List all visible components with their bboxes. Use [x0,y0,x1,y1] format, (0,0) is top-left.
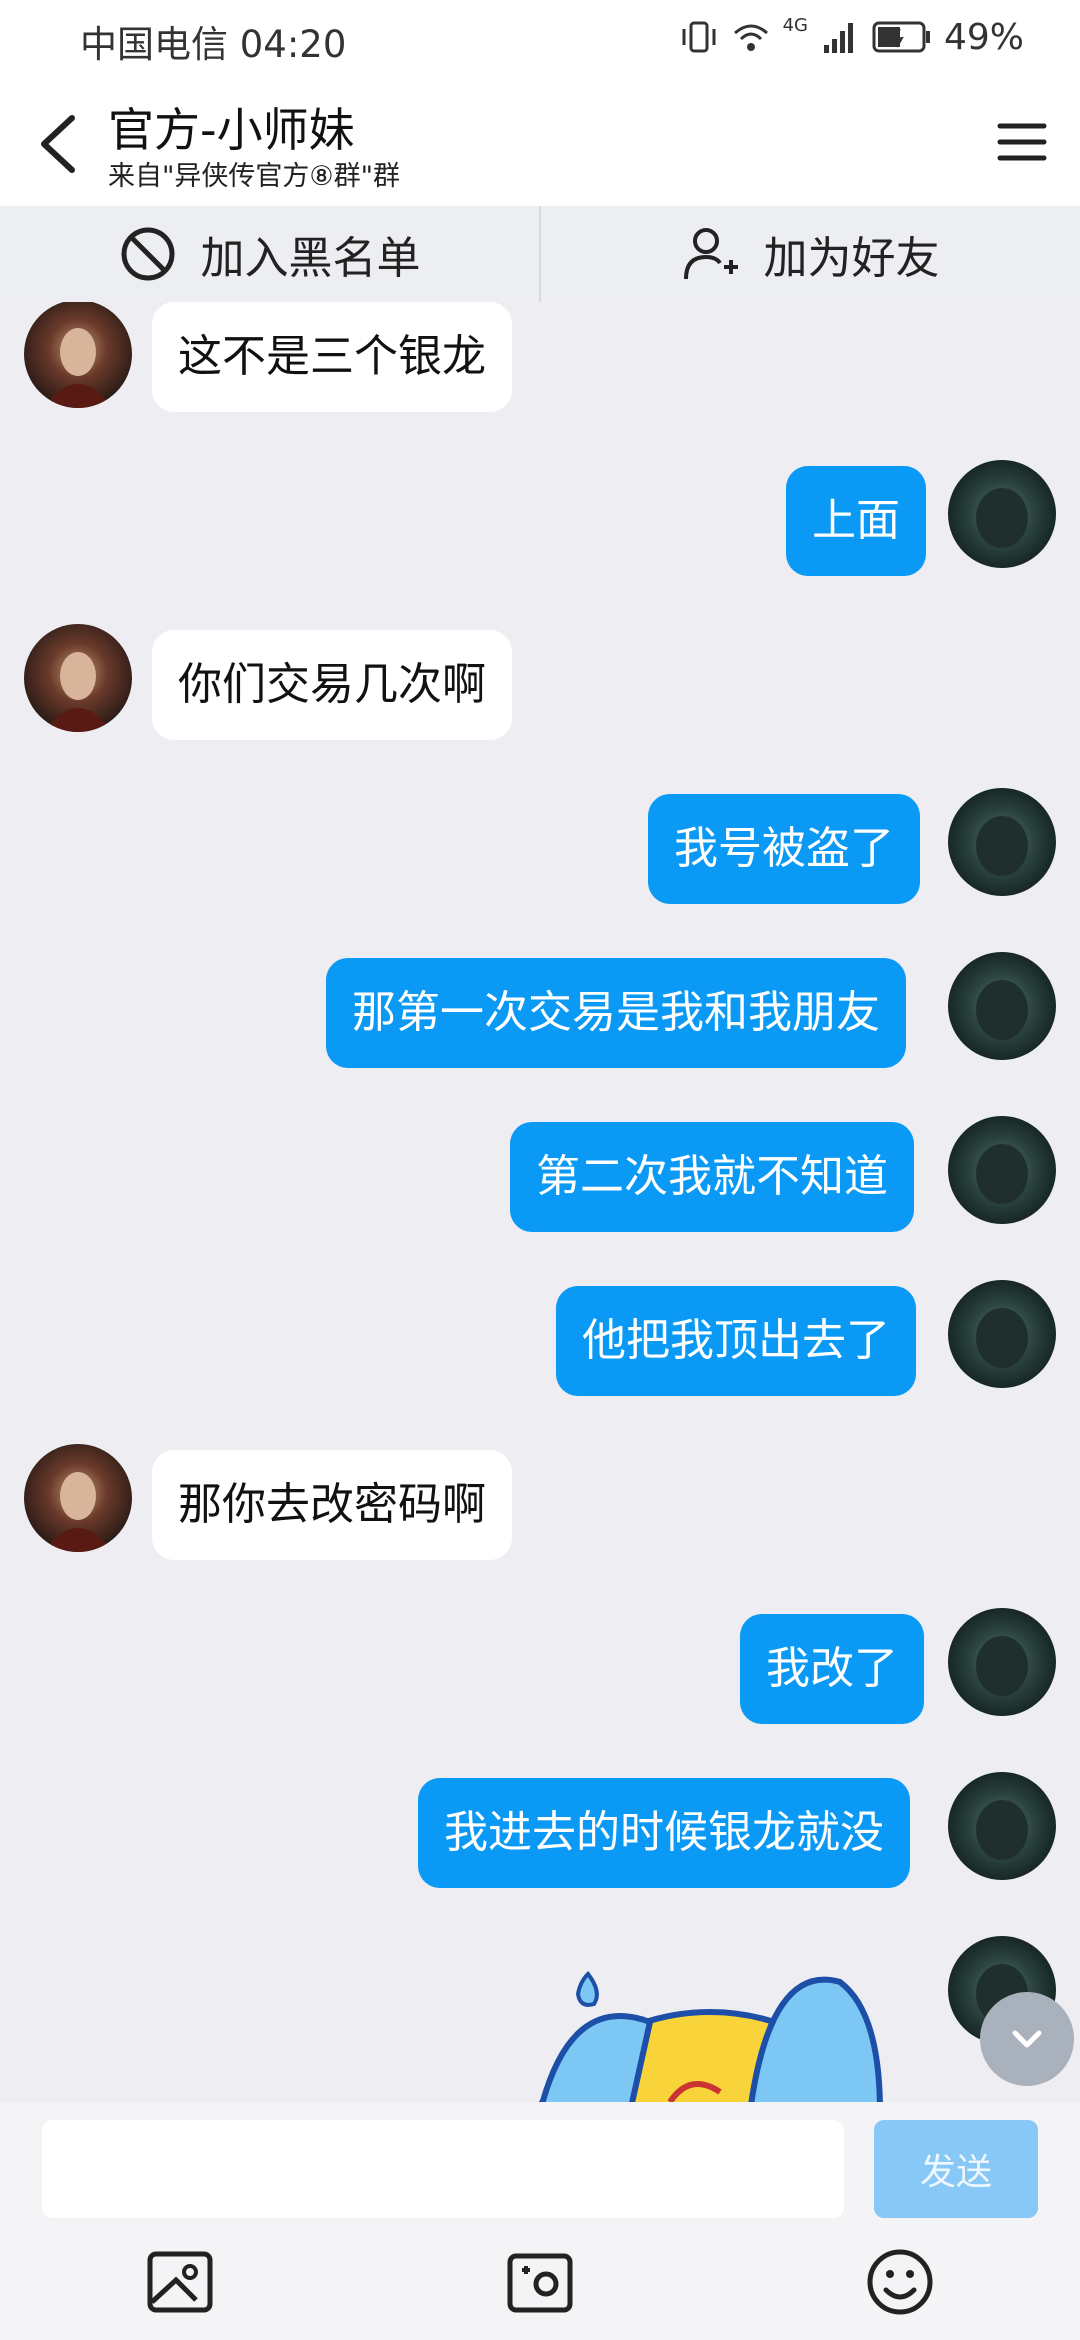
message-bubble[interactable]: 我改了 [740,1614,924,1724]
message-bubble[interactable]: 他把我顶出去了 [556,1286,916,1396]
user-avatar[interactable] [948,952,1056,1060]
emoji-icon[interactable] [862,2244,938,2320]
image-icon[interactable] [142,2244,218,2320]
message-bubble[interactable]: 第二次我就不知道 [510,1122,914,1232]
chat-subtitle: 来自"异侠传官方⑧群"群 [108,161,401,192]
block-icon [121,227,174,281]
message-bubble[interactable]: 我号被盗了 [648,794,920,904]
user-avatar[interactable] [948,1608,1056,1716]
user-avatar[interactable] [948,1772,1056,1880]
add-friend-label: 加为好友 [763,233,940,284]
message-bubble[interactable]: 上面 [786,466,926,576]
battery-percent: 49% [943,16,1024,58]
menu-icon[interactable] [992,112,1052,172]
network-type: 4G [782,14,808,36]
user-avatar[interactable] [948,1280,1056,1388]
contact-avatar[interactable] [24,624,132,732]
contact-avatar[interactable] [24,1444,132,1552]
user-avatar[interactable] [948,788,1056,896]
message-input[interactable] [42,2120,844,2218]
blacklist-button[interactable]: 加入黑名单 [0,206,539,302]
status-bar: 中国电信 04:20 4G 49% [0,0,1080,76]
status-icons: 4G 49% [679,12,1024,62]
wifi-icon [733,24,768,51]
message-bubble[interactable]: 那你去改密码啊 [152,1450,512,1560]
status-carrier-time: 中国电信 04:20 [80,23,347,66]
message-bubble[interactable]: 这不是三个银龙 [152,302,512,412]
blacklist-label: 加入黑名单 [200,233,421,284]
input-bar: 发送 [0,2102,1080,2340]
add-friend-button[interactable]: 加为好友 [541,206,1080,302]
chat-messages[interactable]: 这不是三个银龙 上面 你们交易几次啊 我号被盗了 那第一次交易是我和我朋友 第二… [0,302,1080,2102]
action-bar: 加入黑名单 加为好友 [0,206,1080,302]
message-bubble[interactable]: 我进去的时候银龙就没 [418,1778,910,1888]
message-bubble[interactable]: 你们交易几次啊 [152,630,512,740]
crying-emoji-sticker[interactable] [510,1952,910,2102]
back-arrow-icon[interactable] [28,104,88,184]
user-avatar[interactable] [948,460,1056,568]
contact-avatar[interactable] [24,302,132,408]
signal-icon [823,23,853,53]
message-bubble[interactable]: 那第一次交易是我和我朋友 [326,958,906,1068]
vibrate-icon [682,21,716,53]
battery-icon [872,21,930,53]
user-avatar[interactable] [948,1116,1056,1224]
chat-title: 官方-小师妹 [108,103,355,157]
send-button[interactable]: 发送 [874,2120,1038,2218]
title-bar: 官方-小师妹 来自"异侠传官方⑧群"群 [0,76,1080,206]
camera-icon[interactable] [502,2244,578,2320]
chevron-down-icon [1012,2030,1042,2048]
add-user-icon [683,228,738,280]
scroll-to-bottom-button[interactable] [980,1992,1074,2086]
